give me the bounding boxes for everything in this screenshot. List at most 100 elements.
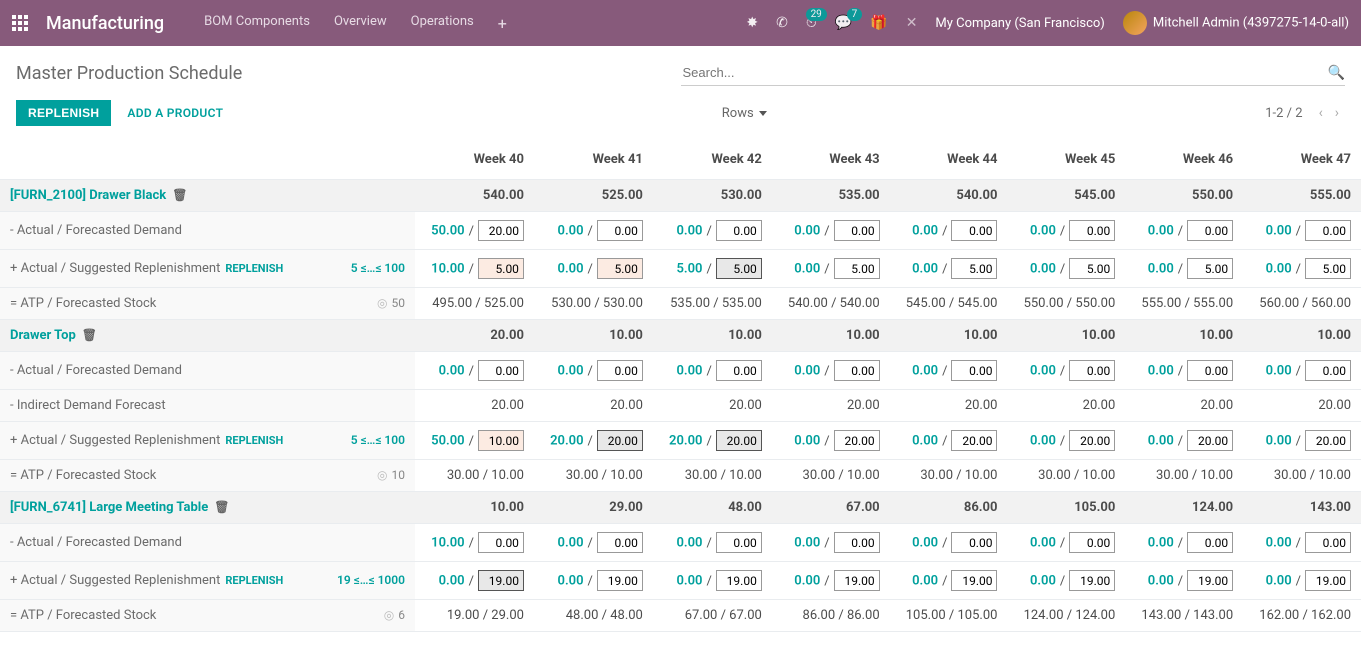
demand-forecast-input[interactable]	[1187, 532, 1233, 553]
replenishment-row: + Actual / Suggested ReplenishmentREPLEN…	[0, 422, 1361, 460]
demand-forecast-input[interactable]	[478, 532, 524, 553]
search-input[interactable]	[681, 63, 1328, 82]
replenish-suggest-input[interactable]	[834, 430, 880, 451]
demand-forecast-input[interactable]	[716, 220, 762, 241]
replenish-suggest-input[interactable]	[716, 570, 762, 591]
replenish-suggest-input[interactable]	[951, 258, 997, 279]
nav-item-overview[interactable]: Overview	[334, 14, 387, 33]
discuss-icon[interactable]: 💬7	[835, 15, 852, 31]
demand-actual: 0.00	[794, 536, 820, 551]
replenish-suggest-input[interactable]	[951, 430, 997, 451]
demand-forecast-input[interactable]	[597, 220, 643, 241]
replenish-suggest-input[interactable]	[1187, 570, 1233, 591]
row-replenish-button[interactable]: REPLENISH	[225, 262, 283, 275]
user-menu[interactable]: Mitchell Admin (4397275-14-0-all)	[1123, 11, 1349, 35]
min-max-range[interactable]: 5 ≤…≤ 100	[351, 261, 405, 275]
demand-forecast-input[interactable]	[834, 532, 880, 553]
replenish-suggest-input[interactable]	[1069, 570, 1115, 591]
demand-forecast-input[interactable]	[1069, 360, 1115, 381]
pager-prev-icon[interactable]: ‹	[1313, 105, 1329, 121]
replenish-suggest-input[interactable]	[1069, 258, 1115, 279]
demand-forecast-input[interactable]	[478, 360, 524, 381]
product-name[interactable]: [FURN_2100] Drawer Black	[10, 188, 166, 203]
demand-forecast-input[interactable]	[834, 220, 880, 241]
replenishment-label: + Actual / Suggested Replenishment	[10, 261, 220, 276]
nav-item-operations[interactable]: Operations	[411, 14, 474, 33]
safety-stock-target[interactable]: 50	[392, 296, 406, 310]
demand-forecast-input[interactable]	[951, 360, 997, 381]
apps-menu-icon[interactable]	[12, 15, 28, 31]
trash-icon[interactable]: 🗑	[214, 500, 229, 514]
safety-stock-target[interactable]: 6	[398, 608, 405, 622]
pager-count[interactable]: 1-2 / 2	[1265, 106, 1302, 121]
replenish-suggest-input[interactable]	[1305, 258, 1351, 279]
replenish-suggest-input[interactable]	[1305, 430, 1351, 451]
replenish-suggest-input[interactable]	[716, 430, 762, 451]
replenish-suggest-input[interactable]	[478, 258, 524, 279]
product-name[interactable]: Drawer Top	[10, 328, 76, 343]
replenish-suggest-input[interactable]	[597, 258, 643, 279]
tools-icon[interactable]: ✕	[906, 15, 918, 31]
app-brand[interactable]: Manufacturing	[46, 13, 164, 34]
demand-forecast-input[interactable]	[597, 360, 643, 381]
replenish-suggest-input[interactable]	[951, 570, 997, 591]
product-name[interactable]: [FURN_6741] Large Meeting Table	[10, 500, 208, 515]
demand-forecast-input[interactable]	[834, 360, 880, 381]
demand-forecast-input[interactable]	[478, 220, 524, 241]
demand-forecast-input[interactable]	[1187, 220, 1233, 241]
row-replenish-button[interactable]: REPLENISH	[225, 574, 283, 587]
demand-forecast-input[interactable]	[1187, 360, 1233, 381]
replenish-suggest-input[interactable]	[478, 430, 524, 451]
replenish-suggest-input[interactable]	[478, 570, 524, 591]
replenish-actual: 0.00	[1266, 434, 1292, 449]
demand-forecast-input[interactable]	[1305, 360, 1351, 381]
search-box[interactable]: 🔍	[681, 60, 1346, 86]
replenish-suggest-input[interactable]	[597, 570, 643, 591]
avatar-icon	[1123, 11, 1147, 35]
demand-forecast-input[interactable]	[1069, 532, 1115, 553]
demand-forecast-input[interactable]	[951, 532, 997, 553]
row-replenish-button[interactable]: REPLENISH	[225, 434, 283, 447]
bug-icon[interactable]: ✸	[746, 15, 758, 31]
search-icon[interactable]: 🔍	[1328, 65, 1345, 81]
nav-item-bom-components[interactable]: BOM Components	[204, 14, 310, 33]
replenish-actual: 0.00	[676, 574, 702, 589]
gift-icon[interactable]: 🎁	[870, 15, 887, 31]
activities-icon[interactable]: ⏲29	[806, 15, 817, 31]
demand-forecast-input[interactable]	[1069, 220, 1115, 241]
demand-forecast-input[interactable]	[597, 532, 643, 553]
breadcrumb-bar: Master Production Schedule 🔍	[0, 46, 1361, 92]
control-panel: REPLENISH ADD A PRODUCT Rows 1-2 / 2 ‹ ›	[0, 92, 1361, 140]
demand-label: - Actual / Forecasted Demand	[0, 524, 300, 562]
demand-forecast-input[interactable]	[716, 360, 762, 381]
company-selector[interactable]: My Company (San Francisco)	[935, 16, 1104, 31]
add-product-button[interactable]: ADD A PRODUCT	[127, 106, 223, 120]
demand-forecast-input[interactable]	[716, 532, 762, 553]
replenish-suggest-input[interactable]	[597, 430, 643, 451]
pager-next-icon[interactable]: ›	[1329, 105, 1345, 121]
rows-toggle[interactable]: Rows	[722, 106, 767, 121]
replenish-suggest-input[interactable]	[1305, 570, 1351, 591]
replenish-suggest-input[interactable]	[1187, 258, 1233, 279]
trash-icon[interactable]: 🗑	[82, 328, 97, 342]
demand-actual: 0.00	[676, 536, 702, 551]
indirect-value: 20.00	[1243, 390, 1361, 422]
add-menu-icon[interactable]: +	[498, 14, 507, 33]
trash-icon[interactable]: 🗑	[172, 188, 187, 202]
replenish-suggest-input[interactable]	[834, 258, 880, 279]
replenish-suggest-input[interactable]	[1069, 430, 1115, 451]
safety-stock-target[interactable]: 10	[392, 468, 406, 482]
min-max-range[interactable]: 5 ≤…≤ 100	[351, 433, 405, 447]
replenish-suggest-input[interactable]	[716, 258, 762, 279]
replenish-suggest-input[interactable]	[834, 570, 880, 591]
replenish-suggest-input[interactable]	[1187, 430, 1233, 451]
demand-forecast-input[interactable]	[1305, 532, 1351, 553]
min-max-range[interactable]: 19 ≤…≤ 1000	[337, 573, 405, 587]
app-header: Manufacturing BOM Components Overview Op…	[0, 0, 1361, 46]
replenish-button[interactable]: REPLENISH	[16, 100, 111, 126]
demand-forecast-input[interactable]	[951, 220, 997, 241]
demand-actual: 0.00	[1266, 364, 1292, 379]
demand-forecast-input[interactable]	[1305, 220, 1351, 241]
phone-icon[interactable]: ✆	[776, 15, 788, 31]
atp-value: 555.00 / 555.00	[1125, 288, 1243, 320]
